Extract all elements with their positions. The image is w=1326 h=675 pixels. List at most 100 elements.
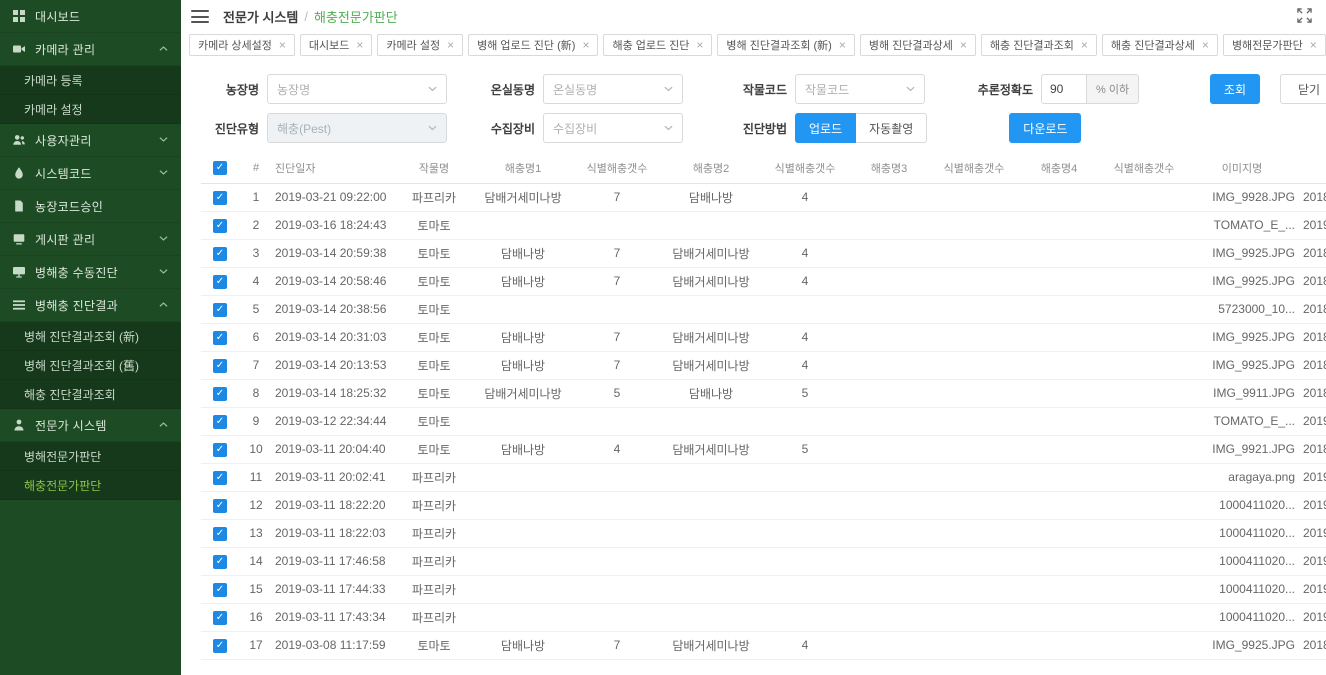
close-tab-icon[interactable]: × (279, 39, 286, 51)
close-tab-icon[interactable]: × (696, 39, 703, 51)
sidebar-item-camera-management[interactable]: 카메라 관리 (0, 33, 181, 66)
row-checkbox[interactable]: ✓ (213, 331, 227, 345)
cell: 17 (239, 631, 273, 659)
cell (473, 295, 573, 323)
cell: 토마토 (395, 211, 473, 239)
tab-chip-6[interactable]: 병해 진단결과상세 × (860, 34, 976, 56)
row-checkbox[interactable]: ✓ (213, 191, 227, 205)
sidebar-subitem-disease-results-new[interactable]: 병해 진단결과조회 (新) (0, 322, 181, 351)
cell (929, 463, 1019, 491)
diagnosis-type-select[interactable]: 해충(Pest) (267, 113, 447, 143)
sidebar-item-user-management[interactable]: 사용자관리 (0, 124, 181, 157)
close-tab-icon[interactable]: × (1310, 39, 1317, 51)
row-checkbox[interactable]: ✓ (213, 219, 227, 233)
sidebar-subitem-pest-results[interactable]: 해충 진단결과조회 (0, 380, 181, 409)
row-checkbox[interactable]: ✓ (213, 359, 227, 373)
sidebar-item-system-code[interactable]: 시스템코드 (0, 157, 181, 190)
row-checkbox[interactable]: ✓ (213, 527, 227, 541)
greenhouse-select[interactable]: 온실동명 (543, 74, 683, 104)
crop-code-placeholder: 작물코드 (805, 81, 849, 98)
row-checkbox[interactable]: ✓ (213, 303, 227, 317)
row-checkbox[interactable]: ✓ (213, 583, 227, 597)
fullscreen-icon[interactable] (1297, 8, 1312, 28)
cell (1099, 435, 1189, 463)
cell: 2019-03-08 11:17:59 (273, 631, 395, 659)
cell: 2019-03-14 20:58:46 (273, 267, 395, 295)
cell: 6 (239, 323, 273, 351)
cell (1019, 295, 1099, 323)
cell (929, 435, 1019, 463)
crop-code-select[interactable]: 작물코드 (795, 74, 925, 104)
sidebar-item-expert-system[interactable]: 전문가 시스템 (0, 409, 181, 442)
close-tab-icon[interactable]: × (839, 39, 846, 51)
tab-chip-1[interactable]: 대시보드× (300, 34, 373, 56)
cell (1019, 323, 1099, 351)
cell: 7 (573, 183, 661, 211)
tab-chip-2[interactable]: 카메라 설정× (377, 34, 463, 56)
sidebar-subitem-camera-register[interactable]: 카메라 등록 (0, 66, 181, 95)
cell (1019, 491, 1099, 519)
row-checkbox[interactable]: ✓ (213, 415, 227, 429)
close-button[interactable]: 닫기 (1280, 74, 1326, 104)
system-code-icon (12, 166, 26, 180)
cell (929, 267, 1019, 295)
tab-chip-0[interactable]: 카메라 상세설정 × (189, 34, 295, 56)
sidebar-item-pest-manual-diagnosis[interactable]: 병해충 수동진단 (0, 256, 181, 289)
sidebar-subitem-camera-settings[interactable]: 카메라 설정 (0, 95, 181, 124)
cell (1099, 323, 1189, 351)
row-checkbox[interactable]: ✓ (213, 499, 227, 513)
table-row: ✓62019-03-14 20:31:03토마토담배나방7담배거세미나방4IMG… (201, 323, 1326, 351)
row-checkbox[interactable]: ✓ (213, 387, 227, 401)
sidebar-subitem-pest-expert-judgment[interactable]: 해충전문가판단 (0, 471, 181, 500)
cell (473, 547, 573, 575)
close-tab-icon[interactable]: × (960, 39, 967, 51)
sidebar-item-farm-code-approval[interactable]: 농장코드승인 (0, 190, 181, 223)
row-checkbox[interactable]: ✓ (213, 611, 227, 625)
tab-chip-4[interactable]: 해충 업로드 진단× (603, 34, 712, 56)
cell: 3 (239, 239, 273, 267)
farm-name-select[interactable]: 농장명 (267, 74, 447, 104)
equipment-select[interactable]: 수집장비 (543, 113, 683, 143)
sidebar-subitem-disease-results-old[interactable]: 병해 진단결과조회 (舊) (0, 351, 181, 380)
chevron-down-icon (428, 86, 437, 92)
sidebar-item-dashboard[interactable]: 대시보드 (0, 0, 181, 33)
accuracy-input[interactable] (1041, 74, 1087, 104)
row-checkbox[interactable]: ✓ (213, 471, 227, 485)
download-button[interactable]: 다운로드 (1009, 113, 1081, 143)
greenhouse-label: 온실동명 (473, 81, 535, 98)
close-tab-icon[interactable]: × (447, 39, 454, 51)
close-tab-icon[interactable]: × (582, 39, 589, 51)
sidebar-item-board-management[interactable]: 게시판 관리 (0, 223, 181, 256)
column-header-3: 해충명1 (473, 153, 573, 183)
cell (1099, 295, 1189, 323)
close-tab-icon[interactable]: × (1202, 39, 1209, 51)
close-tab-icon[interactable]: × (1081, 39, 1088, 51)
row-checkbox[interactable]: ✓ (213, 443, 227, 457)
cell (1019, 547, 1099, 575)
cell (761, 603, 849, 631)
tab-chip-7[interactable]: 해충 진단결과조회× (981, 34, 1097, 56)
menu-toggle-icon[interactable] (191, 10, 209, 23)
row-checkbox[interactable]: ✓ (213, 639, 227, 653)
row-checkbox[interactable]: ✓ (213, 275, 227, 289)
select-all-checkbox[interactable]: ✓ (213, 161, 227, 175)
cell (661, 603, 761, 631)
cell: 5 (239, 295, 273, 323)
cell: 담배나방 (473, 267, 573, 295)
row-checkbox[interactable]: ✓ (213, 555, 227, 569)
chevron-up-icon (159, 44, 169, 54)
tab-chip-3[interactable]: 병해 업로드 진단 (新)× (468, 34, 598, 56)
cell: 2 (239, 211, 273, 239)
method-upload-button[interactable]: 업로드 (795, 113, 856, 143)
tab-chip-8[interactable]: 해충 진단결과상세× (1102, 34, 1218, 56)
method-auto-button[interactable]: 자동촬영 (856, 113, 927, 143)
tab-label: 카메라 상세설정 (198, 37, 272, 53)
tab-label: 병해 진단결과상세 (869, 37, 953, 53)
search-button[interactable]: 조회 (1210, 74, 1260, 104)
row-checkbox[interactable]: ✓ (213, 247, 227, 261)
tab-chip-5[interactable]: 병해 진단결과조회 (新)× (717, 34, 854, 56)
tab-chip-9[interactable]: 병해전문가판단× (1223, 34, 1326, 56)
close-tab-icon[interactable]: × (356, 39, 363, 51)
sidebar-item-diagnosis-results[interactable]: 병해충 진단결과 (0, 289, 181, 322)
sidebar-subitem-disease-expert-judgment[interactable]: 병해전문가판단 (0, 442, 181, 471)
